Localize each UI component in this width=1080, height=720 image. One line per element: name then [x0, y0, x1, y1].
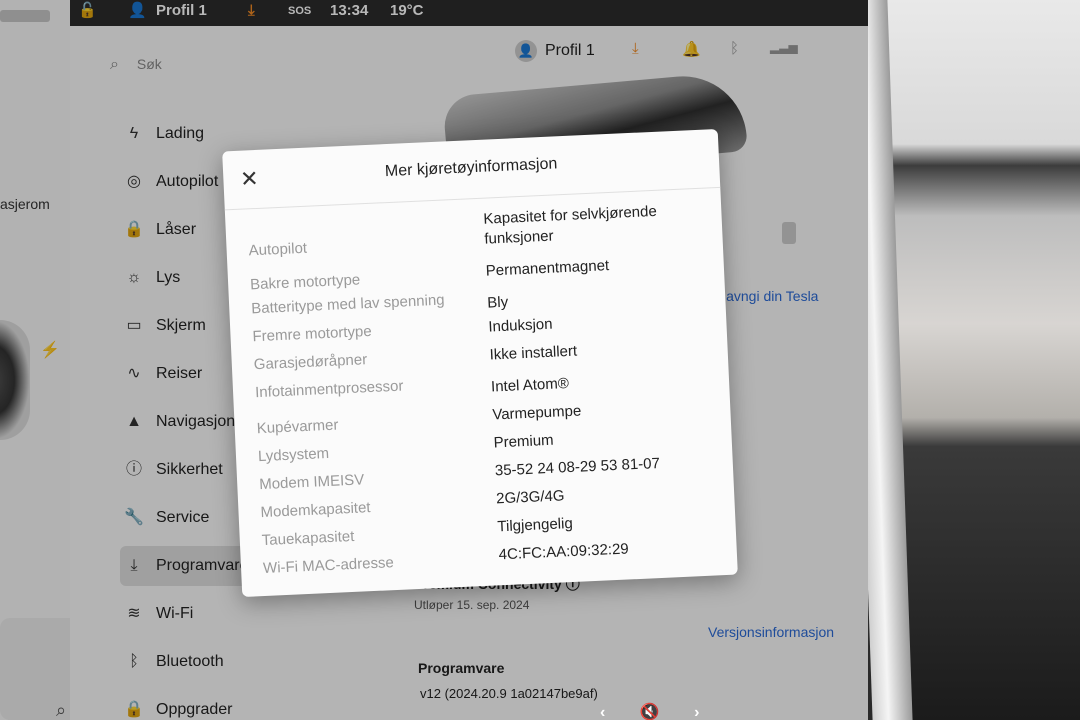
- touchscreen: asjerom ⚡ ⌕ 🔓 👤 Profil 1 ⤓ SOS 13:34 19°…: [0, 0, 868, 720]
- info-value: Permanentmagnet: [485, 257, 610, 280]
- info-label: Autopilot: [248, 239, 308, 260]
- info-label: Infotainmentprosessor: [254, 377, 404, 402]
- info-label: Tauekapasitet: [261, 527, 355, 550]
- info-value: Ikke installert: [489, 342, 578, 364]
- info-value: 35-52 24 08-29 53 81-07: [494, 454, 661, 480]
- info-label: Fremre motortype: [252, 322, 373, 346]
- info-label: Modemkapasitet: [260, 499, 371, 522]
- vehicle-info-modal: ✕ Mer kjøretøyinformasjon Autopilot Kapa…: [222, 128, 738, 598]
- info-value: Induksjon: [487, 315, 553, 336]
- info-label: Modem IMEISV: [258, 471, 365, 494]
- info-label: Garasjedøråpner: [253, 351, 368, 374]
- info-value: 4C:FC:AA:09:32:29: [498, 540, 630, 564]
- chevron-right-icon[interactable]: ›: [694, 704, 699, 720]
- info-value: Intel Atom®: [490, 375, 570, 396]
- info-value: Kapasitet for selvkjørende funksjoner: [483, 202, 658, 248]
- info-label: Batteritype med lav spenning: [250, 291, 445, 318]
- info-label: Kupévarmer: [256, 416, 339, 438]
- info-value: Varmepumpe: [491, 402, 582, 424]
- bottom-controls: ‹ 🔇 ›: [600, 702, 699, 720]
- info-label: Bakre motortype: [249, 271, 361, 294]
- info-value: 2G/3G/4G: [495, 487, 565, 508]
- chevron-left-icon[interactable]: ‹: [600, 704, 605, 720]
- info-value: Premium: [493, 431, 554, 452]
- mute-icon[interactable]: 🔇: [640, 704, 660, 720]
- background-surroundings: [880, 0, 1080, 720]
- info-label: Lydsystem: [257, 444, 330, 466]
- info-label: Wi-Fi MAC-adresse: [262, 554, 395, 578]
- info-value: Tilgjengelig: [497, 514, 574, 536]
- modal-title: Mer kjøretøyinformasjon: [384, 155, 558, 181]
